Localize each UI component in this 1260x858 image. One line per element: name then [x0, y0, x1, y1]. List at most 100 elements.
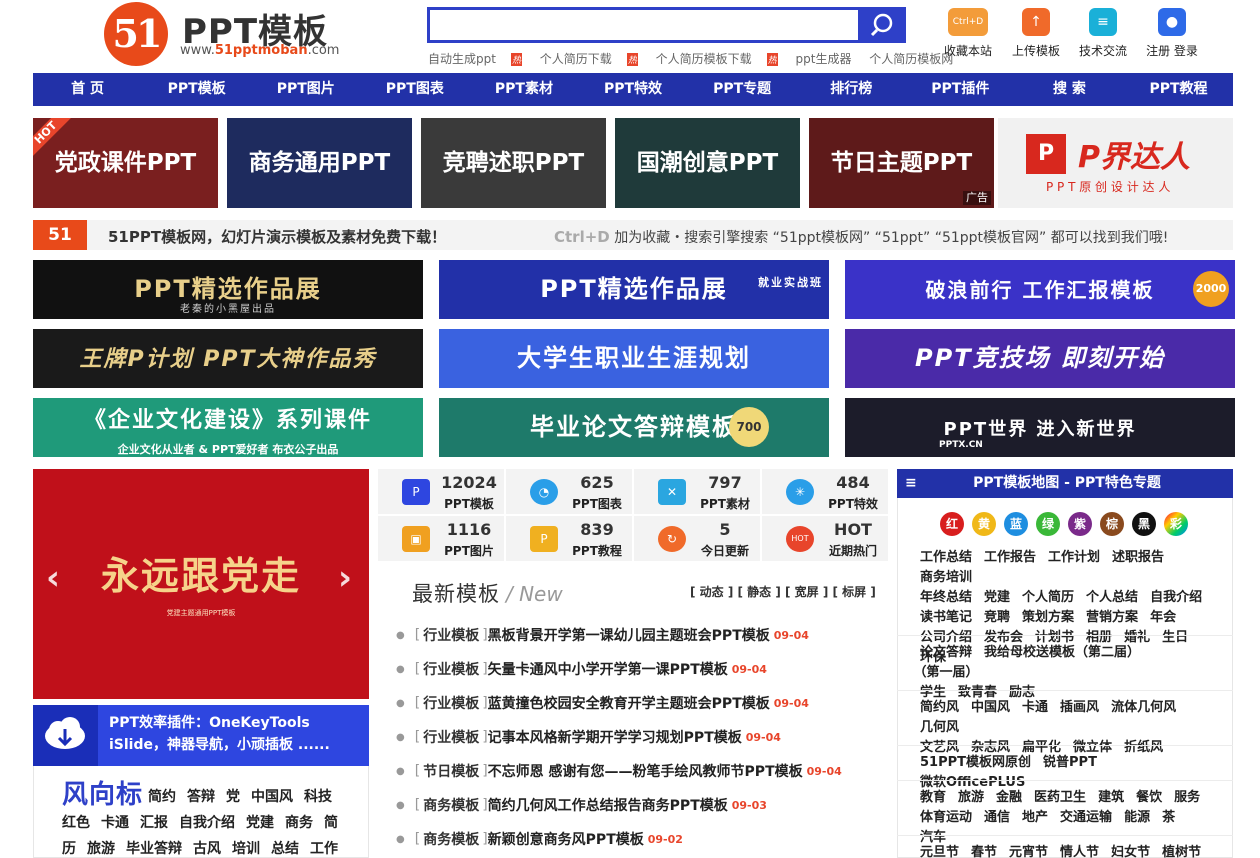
category-banner[interactable]: 商务通用PPT [227, 118, 412, 208]
map-link[interactable]: 体育运动 [920, 810, 972, 825]
map-link[interactable]: 51PPT模板网原创 [920, 755, 1031, 770]
nav-ppt-image[interactable]: PPT图片 [251, 73, 360, 106]
promo-banner[interactable]: 《企业文化建设》系列课件 企业文化从业者 & PPT爱好者 布衣公子出品 [33, 398, 423, 457]
map-link[interactable]: 植树节 [1162, 845, 1201, 858]
map-link[interactable]: 中国风 [971, 700, 1010, 715]
stat-ppt-template[interactable]: P 12024 PPT模板 [378, 469, 504, 514]
list-item[interactable]: ●[商务模板] 新颖创意商务风PPT模板 09-02 [396, 822, 886, 856]
pjdr-banner[interactable]: P P界达人 P P T 原 创 设 计 达 人 [998, 118, 1233, 208]
nav-ppt-chart[interactable]: PPT图表 [360, 73, 469, 106]
nav-ranking[interactable]: 排行榜 [797, 73, 906, 106]
latest-filters[interactable]: [ 动态 ] [ 静态 ] [ 宽屏 ] [ 标屏 ] [690, 583, 876, 600]
map-link[interactable]: 我给母校送模板（第二届） [984, 645, 1140, 660]
item-title[interactable]: 黑板背景开学第一课幼儿园主题班会PPT模板 [488, 625, 770, 645]
style-tag[interactable]: 毕业答辩 [126, 841, 182, 857]
map-link[interactable]: 金融 [996, 790, 1022, 805]
style-tag[interactable]: 工作 [310, 841, 338, 857]
map-link[interactable]: 工作报告 [984, 550, 1036, 565]
category-banner[interactable]: 竞聘述职PPT [421, 118, 606, 208]
promo-banner[interactable]: 毕业论文答辩模板 700 [439, 398, 829, 457]
promo-banner[interactable]: PPT精选作品展 老秦的小黑屋出品 [33, 260, 423, 319]
list-item[interactable]: ●[行业模板] 黑板背景开学第一课幼儿园主题班会PPT模板 09-04 [396, 618, 886, 652]
map-link[interactable]: 能源 [1124, 810, 1150, 825]
upload-template[interactable]: ↑ 上传模板 [1006, 8, 1066, 59]
map-link[interactable]: 党建 [984, 590, 1010, 605]
promo-banner[interactable]: PPT竞技场 即刻开始 [845, 329, 1235, 388]
map-link[interactable]: 个人总结 [1086, 590, 1138, 605]
hot-word-link[interactable]: ppt生成器 [796, 52, 852, 66]
nav-ppt-material[interactable]: PPT素材 [469, 73, 578, 106]
plugin-line[interactable]: PPT效率插件：OneKeyTools [109, 712, 330, 734]
map-link[interactable]: 服务 [1174, 790, 1200, 805]
item-category[interactable]: 行业模板 [423, 727, 479, 747]
style-tag[interactable]: 中国风 [251, 789, 293, 805]
promo-banner[interactable]: PPT精选作品展 就业实战班 [439, 260, 829, 319]
hot-word-link[interactable]: 个人简历下载 热 [540, 52, 638, 66]
map-link[interactable]: 几何风 [920, 720, 959, 735]
map-link[interactable]: 锐普PPT [1043, 755, 1097, 770]
item-title[interactable]: 矢量卡通风中小学开学第一课PPT模板 [488, 659, 728, 679]
map-link[interactable]: 元宵节 [1009, 845, 1048, 858]
style-tag[interactable]: 旅游 [87, 841, 115, 857]
map-link[interactable]: 商务培训 [920, 570, 972, 585]
promo-banner[interactable]: 大学生职业生涯规划 [439, 329, 829, 388]
map-link[interactable]: 述职报告 [1112, 550, 1164, 565]
item-category[interactable]: 行业模板 [423, 659, 479, 679]
nav-search[interactable]: 搜 索 [1015, 73, 1124, 106]
item-title[interactable]: 简约几何风工作总结报告商务PPT模板 [488, 795, 728, 815]
map-link[interactable]: 春节 [971, 845, 997, 858]
nav-ppt-topic[interactable]: PPT专题 [688, 73, 797, 106]
style-tag[interactable]: 自我介绍 [179, 815, 235, 831]
list-item[interactable]: ●[行业模板] 记事本风格新学期开学学习规划PPT模板 09-04 [396, 720, 886, 754]
color-red[interactable]: 红 [940, 512, 964, 536]
item-category[interactable]: 行业模板 [423, 693, 479, 713]
map-link[interactable]: 教育 [920, 790, 946, 805]
item-title[interactable]: 新颖创意商务风PPT模板 [488, 829, 644, 849]
map-link[interactable]: 通信 [984, 810, 1010, 825]
register-login[interactable]: ● 注册 登录 [1142, 8, 1202, 59]
map-link[interactable]: 流体几何风 [1111, 700, 1176, 715]
slider-next-icon[interactable]: › [338, 558, 352, 598]
style-tag[interactable]: 培训 [232, 841, 260, 857]
bookmark-site[interactable]: Ctrl+D 收藏本站 [938, 8, 998, 59]
map-link[interactable]: 茶 [1162, 810, 1175, 825]
promo-banner[interactable]: 破浪前行 工作汇报模板 2000 [845, 260, 1235, 319]
category-banner[interactable]: 国潮创意PPT [615, 118, 800, 208]
map-link[interactable]: 自我介绍 [1150, 590, 1202, 605]
map-link[interactable]: 营销方案 [1086, 610, 1138, 625]
promo-banner[interactable]: PPT世界 进入新世界 PPTX.CN [845, 398, 1235, 457]
tech-exchange[interactable]: ≡ 技术交流 [1073, 8, 1133, 59]
map-link[interactable]: 年终总结 [920, 590, 972, 605]
map-link[interactable]: 读书笔记 [920, 610, 972, 625]
item-category[interactable]: 行业模板 [423, 625, 479, 645]
color-green[interactable]: 绿 [1036, 512, 1060, 536]
color-multi[interactable]: 彩 [1164, 512, 1188, 536]
site-logo-mark[interactable]: 51 [104, 2, 168, 66]
map-link[interactable]: 策划方案 [1022, 610, 1074, 625]
map-link[interactable]: 医药卫生 [1034, 790, 1086, 805]
nav-ppt-plugin[interactable]: PPT插件 [906, 73, 1015, 106]
slider-prev-icon[interactable]: ‹ [46, 558, 60, 598]
search-input[interactable] [427, 7, 861, 43]
style-tag[interactable]: 古风 [193, 841, 221, 857]
style-tag[interactable]: 简约 [148, 789, 176, 805]
stat-hot[interactable]: HOT HOT 近期热门 [762, 516, 888, 561]
map-link[interactable]: 元旦节 [920, 845, 959, 858]
style-tag[interactable]: 商务 [285, 815, 313, 831]
color-brown[interactable]: 棕 [1100, 512, 1124, 536]
style-tag[interactable]: 汇报 [140, 815, 168, 831]
map-link[interactable]: 个人简历 [1022, 590, 1074, 605]
stat-ppt-material[interactable]: ✕ 797 PPT素材 [634, 469, 760, 514]
style-tag[interactable]: 科技 [304, 789, 332, 805]
map-link[interactable]: 地产 [1022, 810, 1048, 825]
list-item[interactable]: ●[行业模板] 蓝黄撞色校园安全教育开学主题班会PPT模板 09-04 [396, 686, 886, 720]
map-link[interactable]: 情人节 [1060, 845, 1099, 858]
style-tag[interactable]: 党建 [246, 815, 274, 831]
map-link[interactable]: 论文答辩 [920, 645, 972, 660]
item-category[interactable]: 商务模板 [423, 829, 479, 849]
category-banner[interactable]: HOT 党政课件PPT [33, 118, 218, 208]
stat-ppt-effect[interactable]: ✳ 484 PPT特效 [762, 469, 888, 514]
search-button[interactable] [860, 7, 906, 43]
style-tag[interactable]: 答辩 [187, 789, 215, 805]
map-link[interactable]: 旅游 [958, 790, 984, 805]
